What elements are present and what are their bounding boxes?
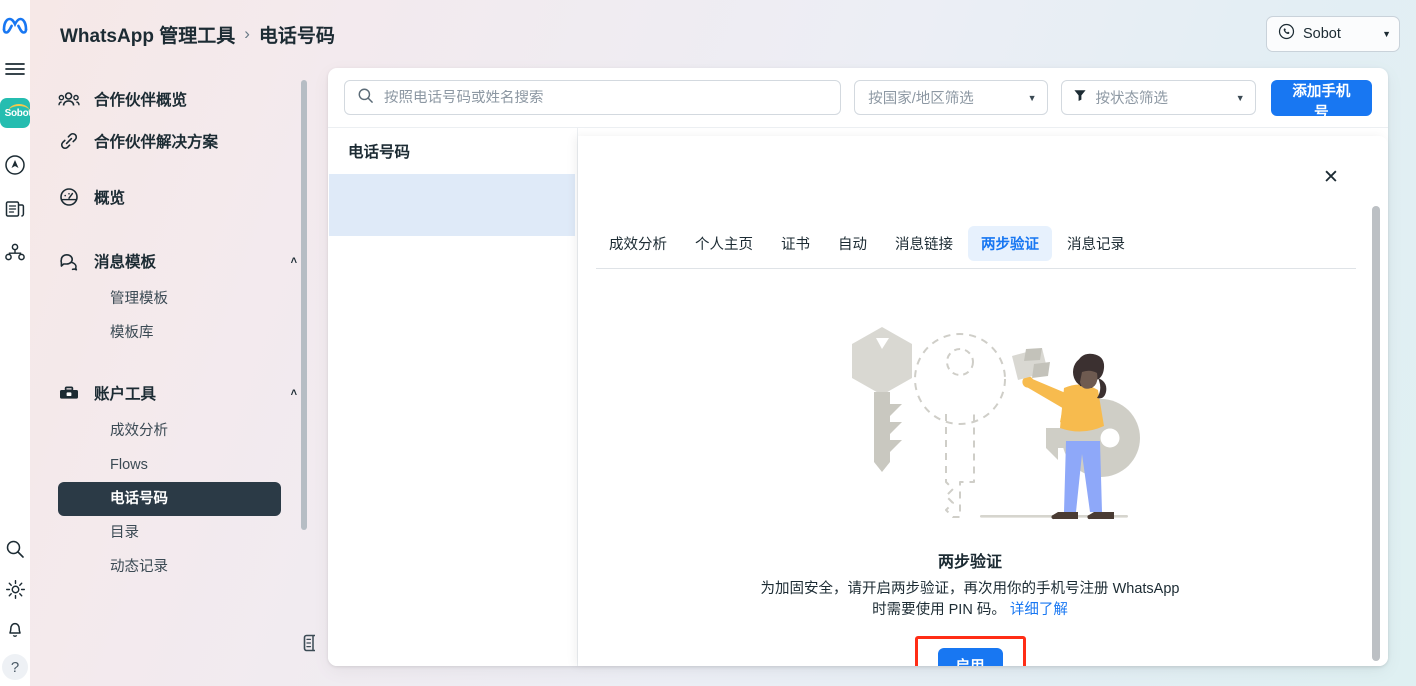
bell-icon[interactable]: [0, 614, 30, 644]
sidebar-item-partner-overview[interactable]: 合作伙伴概览: [58, 78, 297, 120]
hamburger-menu-icon[interactable]: [0, 54, 30, 84]
sobot-logo-badge[interactable]: Sobot: [0, 98, 30, 128]
sidebar-group-message-templates[interactable]: 消息模板 ˄: [58, 240, 297, 282]
learn-more-link[interactable]: 详细了解: [1010, 602, 1068, 618]
sidebar-item-analytics[interactable]: 成效分析: [58, 414, 281, 448]
sidebar-item-phone-numbers[interactable]: 电话号码: [58, 482, 281, 516]
close-icon[interactable]: ✕: [1318, 164, 1344, 190]
chevron-up-icon: ˄: [290, 387, 297, 399]
tab-automation[interactable]: 自动: [825, 226, 880, 261]
sidebar-item-partner-solutions[interactable]: 合作伙伴解决方案: [58, 120, 297, 162]
page-header: WhatsApp 管理工具 › 电话号码 Sobot ▼: [30, 0, 1416, 68]
phone-number-list-panel: 电话号码: [328, 128, 578, 666]
sidebar-item-flows[interactable]: Flows: [58, 448, 281, 482]
filters-toolbar: 按国家/地区筛选 ▼ 按状态筛选 ▼ 添加手机号: [328, 68, 1388, 128]
panel-collapse-icon[interactable]: [300, 630, 315, 656]
description-line-1: 为加固安全，请开启两步验证，再次用你的手机号注册: [760, 581, 1109, 597]
status-filter-label: 按状态筛选: [1095, 91, 1169, 107]
filter-funnel-icon: [1073, 88, 1087, 107]
chevron-up-icon: ˄: [290, 255, 297, 267]
two-step-verification-description: 为加固安全，请开启两步验证，再次用你的手机号注册 WhatsApp 时需要使用 …: [760, 579, 1180, 620]
sidebar-group-partner: 合作伙伴概览 合作伙伴解决方案 概览 消息模板 ˄ 管理模板 模板库 账户工具 …: [30, 78, 315, 584]
sidebar-item-activity-log[interactable]: 动态记录: [58, 550, 281, 584]
sidebar-item-label: 账户工具: [94, 386, 157, 403]
business-icon[interactable]: [0, 238, 30, 268]
people-icon: [58, 88, 80, 110]
search-box[interactable]: [344, 80, 842, 115]
sidebar-item-label: 合作伙伴概览: [94, 92, 188, 109]
chevron-down-icon: ▼: [1235, 92, 1245, 103]
whatsapp-icon: [1278, 23, 1295, 45]
sidebar-group-account-tools[interactable]: 账户工具 ˄: [58, 372, 297, 414]
chevron-down-icon: ▼: [1382, 29, 1391, 39]
breadcrumb-separator: ›: [244, 24, 250, 43]
tab-message-link[interactable]: 消息链接: [882, 226, 966, 261]
left-icon-rail: Sobot ?: [0, 0, 30, 686]
sidebar-item-label: 消息模板: [94, 254, 157, 271]
chat-bubbles-icon: [58, 250, 80, 272]
rail-icon-group: [0, 150, 30, 268]
tab-two-step-verification[interactable]: 两步验证: [968, 226, 1052, 261]
pages-icon[interactable]: [0, 194, 30, 224]
list-header-label: 电话号码: [348, 144, 411, 161]
sobot-arc-icon: [8, 104, 30, 112]
search-input[interactable]: [384, 89, 829, 106]
search-icon: [357, 87, 374, 109]
sidebar-item-label: 合作伙伴解决方案: [94, 134, 219, 151]
account-switcher-dropdown[interactable]: Sobot ▼: [1266, 16, 1400, 52]
help-icon[interactable]: ?: [2, 654, 28, 680]
sidebar-item-manage-templates[interactable]: 管理模板: [58, 282, 281, 316]
status-filter-dropdown[interactable]: 按状态筛选 ▼: [1060, 80, 1256, 115]
search-icon[interactable]: [0, 534, 30, 564]
sidebar-item-catalog[interactable]: 目录: [58, 516, 281, 550]
sidebar-scrollbar[interactable]: [301, 80, 307, 530]
country-filter-dropdown[interactable]: 按国家/地区筛选 ▼: [854, 80, 1048, 115]
rail-bottom-group: ?: [0, 534, 30, 680]
list-item[interactable]: [329, 174, 575, 236]
enable-button[interactable]: 启用: [937, 648, 1003, 666]
detail-scrollbar[interactable]: [1372, 206, 1380, 661]
tab-certificate[interactable]: 证书: [768, 226, 823, 261]
sidebar-item-overview[interactable]: 概览: [58, 176, 297, 218]
gear-icon[interactable]: [0, 574, 30, 604]
meta-logo-icon[interactable]: [0, 10, 30, 40]
two-keys-and-person-illustration: [790, 286, 1150, 536]
phone-detail-panel: ✕ 成效分析 个人主页 证书 自动 消息链接 两步验证 消息记录 两步验证 为加…: [578, 136, 1388, 666]
account-name: Sobot: [1303, 26, 1341, 42]
link-icon: [58, 130, 80, 152]
two-step-verification-content: 两步验证 为加固安全，请开启两步验证，再次用你的手机号注册 WhatsApp 时…: [578, 286, 1362, 666]
ads-manager-icon[interactable]: [0, 150, 30, 180]
sidebar-item-label: 概览: [94, 190, 126, 207]
navigation-sidebar: 合作伙伴概览 合作伙伴解决方案 概览 消息模板 ˄ 管理模板 模板库 账户工具 …: [30, 68, 315, 686]
country-filter-label: 按国家/地区筛选: [868, 91, 974, 107]
gauge-icon: [58, 186, 80, 208]
enable-button-annotation-box: 启用: [914, 636, 1026, 666]
tab-analytics[interactable]: 成效分析: [596, 226, 680, 261]
add-phone-number-button[interactable]: 添加手机号: [1270, 79, 1372, 121]
breadcrumb-current: 电话号码: [258, 25, 335, 47]
sidebar-item-template-library[interactable]: 模板库: [58, 316, 281, 350]
toolbox-icon: [58, 382, 80, 404]
detail-tab-strip: 成效分析 个人主页 证书 自动 消息链接 两步验证 消息记录: [596, 226, 1356, 269]
help-glyph: ?: [10, 658, 20, 676]
tab-message-history[interactable]: 消息记录: [1054, 226, 1138, 261]
breadcrumb-root[interactable]: WhatsApp 管理工具: [60, 21, 235, 48]
two-step-verification-title: 两步验证: [937, 554, 1002, 571]
chevron-down-icon: ▼: [1027, 92, 1037, 103]
breadcrumb: WhatsApp 管理工具 › 电话号码: [60, 21, 335, 48]
tab-profile[interactable]: 个人主页: [682, 226, 766, 261]
